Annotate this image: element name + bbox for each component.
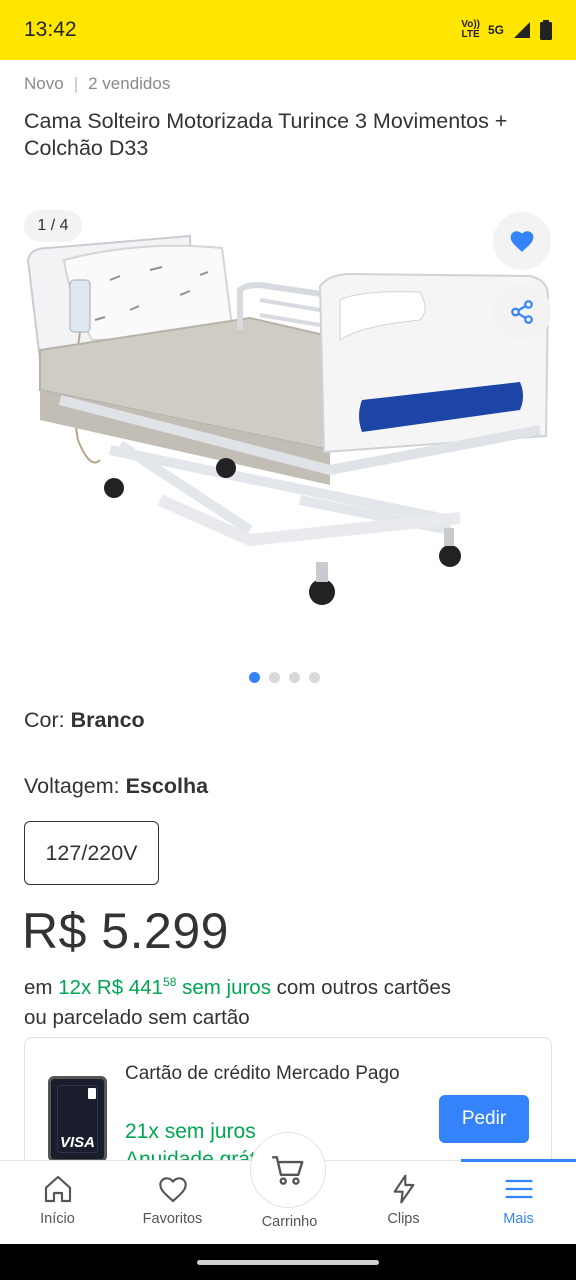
status-time: 13:42 <box>24 18 77 41</box>
meta-separator: | <box>73 74 79 93</box>
price: R$ 5.299 <box>22 903 229 959</box>
product-gallery[interactable]: 1 / 4 <box>0 200 576 660</box>
installments-no-card: ou parcelado sem cartão <box>24 1006 250 1029</box>
system-navigation-bar <box>0 1244 576 1280</box>
home-gesture-handle[interactable] <box>197 1260 379 1265</box>
pagination-dot[interactable] <box>268 672 280 683</box>
nav-item-clips[interactable]: Clips <box>346 1161 461 1245</box>
cart-icon <box>272 1156 304 1185</box>
heart-outline-icon <box>158 1177 187 1203</box>
nav-item-more[interactable]: Mais <box>461 1159 576 1245</box>
nav-item-favorites[interactable]: Favoritos <box>115 1161 230 1245</box>
product-image <box>26 234 550 605</box>
color-value: Branco <box>70 708 145 732</box>
nav-item-home[interactable]: Início <box>0 1161 115 1245</box>
offer-installments: 21x sem juros <box>125 1120 256 1143</box>
menu-icon <box>505 1179 532 1199</box>
pagination-dot[interactable] <box>288 672 300 683</box>
network-5g-label: 5G <box>487 23 504 37</box>
lightning-icon <box>393 1174 414 1204</box>
favorite-button[interactable] <box>493 212 551 270</box>
voltage-value: Escolha <box>125 774 209 798</box>
color-label: Cor: <box>24 708 71 732</box>
installments-info: em 12x R$ 44158 sem juros com outros car… <box>24 975 451 1029</box>
offer-title: Cartão de crédito Mercado Pago <box>125 1063 400 1084</box>
heart-icon <box>510 231 534 252</box>
status-icons: Vo)) LTE 5G <box>461 20 552 40</box>
battery-icon <box>540 20 552 40</box>
status-bar: 13:42 Vo)) LTE 5G <box>0 0 576 60</box>
condition-label: Novo <box>24 74 64 93</box>
color-attribute: Cor: Branco <box>24 708 145 733</box>
order-card-button[interactable]: Pedir <box>439 1095 529 1143</box>
active-indicator <box>461 1159 576 1162</box>
voltage-attribute: Voltagem: Escolha <box>24 774 208 799</box>
installment-amount: 12x R$ 44158 sem juros <box>58 975 271 999</box>
volte-indicator: Vo)) LTE <box>461 19 480 40</box>
product-meta: Novo | 2 vendidos <box>24 74 170 94</box>
gallery-pagination <box>0 672 572 683</box>
product-title: Cama Solteiro Motorizada Turince 3 Movim… <box>24 109 508 160</box>
voltage-label: Voltagem: <box>24 774 126 798</box>
share-icon <box>511 300 533 324</box>
signal-icon <box>514 22 530 38</box>
image-counter: 1 / 4 <box>24 210 82 242</box>
nav-cart-label: Carrinho <box>261 1214 318 1230</box>
share-button[interactable] <box>493 283 551 341</box>
credit-card-icon: VISA <box>48 1076 107 1162</box>
home-icon <box>44 1175 71 1203</box>
sold-count: 2 vendidos <box>88 74 171 93</box>
voltage-option-button[interactable]: 127/220V <box>24 821 159 885</box>
pagination-dot[interactable] <box>308 672 320 683</box>
pagination-dot-active[interactable] <box>248 672 260 683</box>
nav-item-cart[interactable] <box>250 1132 326 1208</box>
